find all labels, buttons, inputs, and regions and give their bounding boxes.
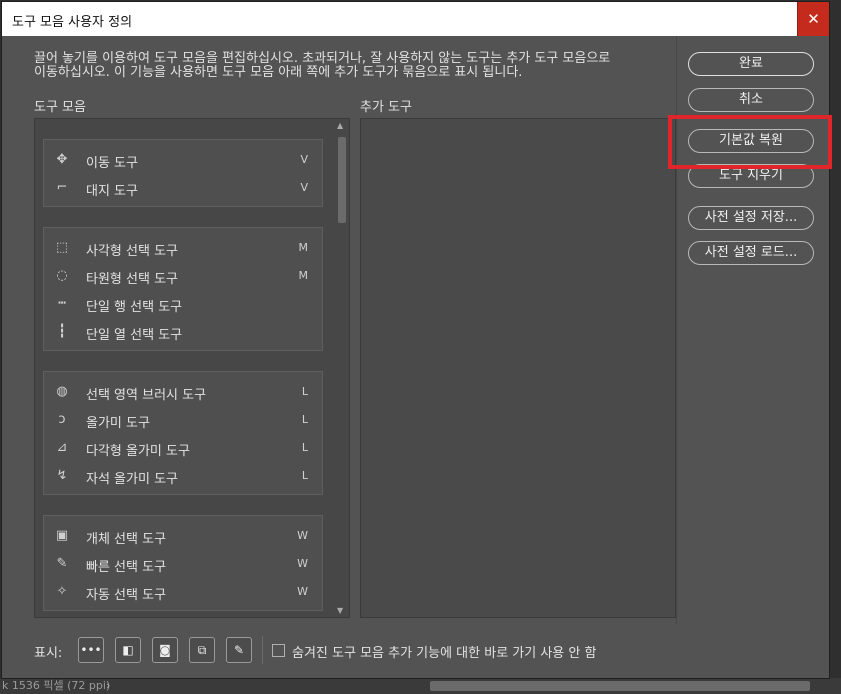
- column-marquee-icon: ┇: [58, 324, 66, 339]
- tool-name: 단일 행 선택 도구: [86, 300, 183, 315]
- description-line-1: 끌어 놓기를 이용하여 도구 모음을 편집하십시오. 초과되거나, 잘 사용하지…: [34, 51, 611, 66]
- footer-divider: [262, 636, 263, 664]
- tool-group[interactable]: ⬚ 사각형 선택 도구 M ◌ 타원형 선택 도구 M ┅ 단일 행 선택 도구 ┇ 단일 열 선…: [43, 227, 323, 351]
- toolbar-list[interactable]: ✥ 이동 도구 V ⌐ 대지 도구 V ⬚ 사각형 선택 도구 M ◌ 타원형 선택 도구 M ┅ 단일 …: [34, 118, 350, 618]
- tool-shortcut: L: [301, 469, 308, 482]
- tool-name: 사각형 선택 도구: [86, 244, 178, 259]
- quick-mask-icon[interactable]: ◙: [152, 637, 178, 663]
- description-line-2: 이동하십시오. 이 기능을 사용하면 도구 모음 아래 쪽에 추가 도구가 묶음…: [34, 65, 523, 80]
- tool-name: 대지 도구: [86, 184, 138, 199]
- tool-item[interactable]: ┅ 단일 행 선택 도구: [44, 290, 324, 318]
- extra-tools-list[interactable]: [360, 118, 676, 618]
- tool-shortcut: W: [297, 585, 308, 598]
- disable-shortcuts-checkbox[interactable]: [272, 644, 285, 657]
- ellipse-marquee-icon: ◌: [56, 268, 68, 283]
- move-icon: ✥: [56, 152, 68, 167]
- tool-name: 개체 선택 도구: [86, 532, 167, 547]
- tool-item[interactable]: ⊿ 다각형 올가미 도구 L: [44, 434, 324, 462]
- tool-group[interactable]: ✥ 이동 도구 V ⌐ 대지 도구 V: [43, 139, 323, 207]
- tool-name: 자동 선택 도구: [86, 588, 167, 603]
- tool-group[interactable]: ◍ 선택 영역 브러시 도구 Lↄ 올가미 도구 L ⊿ 다각형 올가미 도구 L ↯ 자석 올가…: [43, 371, 323, 495]
- scrollbar-thumb[interactable]: [338, 137, 346, 223]
- tool-item[interactable]: ◍ 선택 영역 브러시 도구 L: [44, 378, 324, 406]
- artboard-icon: ⌐: [56, 180, 68, 195]
- tool-item[interactable]: ⬚ 사각형 선택 도구 M: [44, 234, 324, 262]
- lasso-icon: ↄ: [58, 412, 66, 427]
- save-preset-button[interactable]: 사전 설정 저장...: [688, 206, 814, 230]
- tool-shortcut: V: [300, 153, 308, 166]
- cancel-button[interactable]: 취소: [688, 88, 814, 112]
- tool-group[interactable]: ▣ 개체 선택 도구 W ✎ 빠른 선택 도구 W ✧ 자동 선택 도구 W: [43, 515, 323, 611]
- tool-shortcut: L: [301, 385, 308, 398]
- document-info: k 1536 픽셀 (72 ppi): [2, 679, 111, 692]
- foreground-background-icon[interactable]: ◧: [115, 637, 141, 663]
- tool-name: 올가미 도구: [86, 416, 150, 431]
- tool-shortcut: M: [298, 241, 309, 254]
- tool-item[interactable]: ⌐ 대지 도구 V: [44, 174, 324, 202]
- tool-name: 이동 도구: [86, 156, 138, 171]
- selection-brush-icon: ◍: [56, 384, 68, 399]
- screen-mode-icon[interactable]: ⧉: [189, 637, 215, 663]
- more-icon[interactable]: •••: [78, 637, 104, 663]
- rect-marquee-icon: ⬚: [55, 240, 69, 255]
- tool-shortcut: L: [301, 413, 308, 426]
- tool-item[interactable]: ✥ 이동 도구 V: [44, 146, 324, 174]
- tool-item[interactable]: ◌ 타원형 선택 도구 M: [44, 262, 324, 290]
- tool-item[interactable]: ✧ 자동 선택 도구 W: [44, 578, 324, 606]
- tool-item[interactable]: ↯ 자석 올가미 도구 L: [44, 462, 324, 490]
- tool-shortcut: V: [300, 181, 308, 194]
- toolbar-list-label: 도구 모음: [34, 100, 86, 115]
- tool-shortcut: W: [297, 529, 308, 542]
- tool-item[interactable]: ✎ 빠른 선택 도구 W: [44, 550, 324, 578]
- customize-toolbar-dialog: 도구 모음 사용자 정의 ✕ 끌어 놓기를 이용하여 도구 모음을 편집하십시오…: [1, 1, 832, 679]
- tool-item[interactable]: ↄ 올가미 도구 L: [44, 406, 324, 434]
- done-button[interactable]: 완료: [688, 52, 814, 76]
- polygonal-lasso-icon: ⊿: [56, 440, 68, 455]
- toolbar-list-scrollbar[interactable]: ▲ ▼: [335, 119, 349, 617]
- title-bar: 도구 모음 사용자 정의 ✕: [2, 2, 829, 36]
- chevron-right-icon[interactable]: ›: [106, 678, 110, 694]
- magnetic-lasso-icon: ↯: [56, 468, 68, 483]
- tool-item[interactable]: ▣ 개체 선택 도구 W: [44, 522, 324, 550]
- tool-shortcut: W: [297, 557, 308, 570]
- horizontal-scrollbar[interactable]: [430, 681, 810, 691]
- disable-shortcuts-label[interactable]: 숨겨진 도구 모음 추가 기능에 대한 바로 가기 사용 안 함: [292, 642, 596, 661]
- tool-name: 빠른 선택 도구: [86, 560, 167, 575]
- tool-name: 자석 올가미 도구: [86, 472, 178, 487]
- tool-name: 다각형 올가미 도구: [86, 444, 190, 459]
- scroll-down-icon[interactable]: ▼: [337, 606, 343, 615]
- tool-name: 타원형 선택 도구: [86, 272, 178, 287]
- tool-shortcut: L: [301, 441, 308, 454]
- row-marquee-icon: ┅: [58, 296, 66, 311]
- highlight-box: [668, 115, 832, 169]
- edit-toolbar-icon[interactable]: ✎: [226, 637, 252, 663]
- scroll-up-icon[interactable]: ▲: [337, 121, 343, 130]
- tool-item[interactable]: ┇ 단일 열 선택 도구: [44, 318, 324, 346]
- app-background: k 1536 픽셀 (72 ppi) › 도구 모음 사용자 정의 ✕ 끌어 놓…: [0, 0, 841, 694]
- object-select-icon: ▣: [55, 528, 69, 543]
- tool-name: 선택 영역 브러시 도구: [86, 388, 207, 403]
- show-label: 표시:: [34, 646, 63, 661]
- dialog-title: 도구 모음 사용자 정의: [12, 15, 133, 30]
- close-button[interactable]: ✕: [797, 2, 829, 36]
- quick-select-icon: ✎: [56, 556, 68, 571]
- extra-tools-label: 추가 도구: [360, 100, 412, 115]
- magic-wand-icon: ✧: [56, 584, 68, 599]
- status-bar: k 1536 픽셀 (72 ppi) ›: [0, 678, 841, 694]
- description: 끌어 놓기를 이용하여 도구 모음을 편집하십시오. 초과되거나, 잘 사용하지…: [34, 52, 684, 80]
- tool-name: 단일 열 선택 도구: [86, 328, 183, 343]
- tool-shortcut: M: [298, 269, 309, 282]
- load-preset-button[interactable]: 사전 설정 로드...: [688, 241, 814, 265]
